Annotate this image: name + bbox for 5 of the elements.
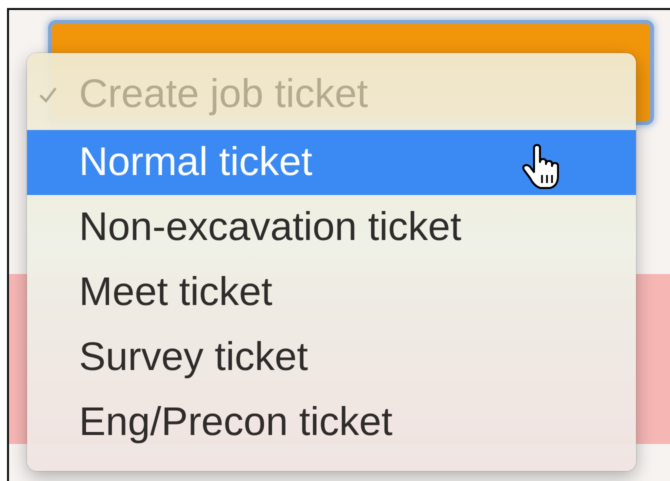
menu-item[interactable]: Meet ticket <box>27 260 636 325</box>
menu-item[interactable]: Eng/Precon ticket <box>27 390 636 455</box>
menu-item[interactable]: Survey ticket <box>27 325 636 390</box>
hand-cursor-icon <box>522 144 560 190</box>
menu-item[interactable]: Non-excavation ticket <box>27 195 636 260</box>
